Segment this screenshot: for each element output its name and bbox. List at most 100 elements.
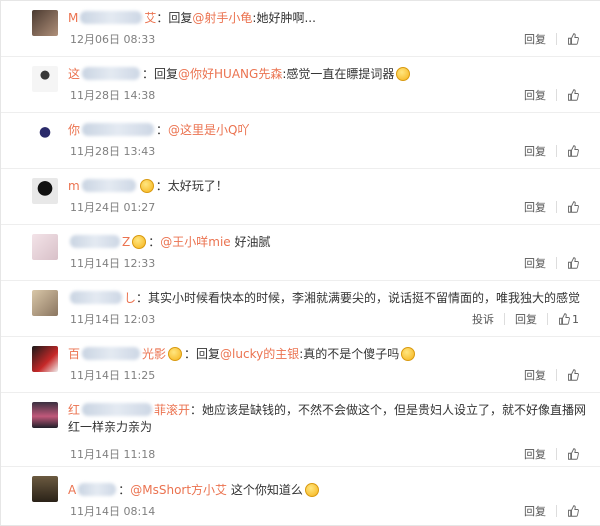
like-button[interactable] [567, 257, 579, 269]
username[interactable]: 你 [68, 123, 156, 137]
avatar[interactable] [32, 290, 58, 316]
reply-button[interactable]: 回复 [524, 87, 546, 103]
thumbs-up-icon [568, 448, 579, 460]
reply-button[interactable]: 回复 [515, 311, 537, 327]
divider [556, 145, 557, 157]
like-button[interactable] [567, 33, 579, 45]
timestamp: 11月14日 12:33 [70, 257, 156, 270]
comment-text: m ：太好玩了！ [68, 179, 228, 193]
comment-item: し：其实小时候看快本的时候，李湘就满要尖的，说话挺不留情面的，唯我独大的感觉 1… [1, 281, 600, 337]
divider [556, 257, 557, 269]
thumbs-up-icon [568, 33, 579, 45]
divider [556, 89, 557, 101]
like-button[interactable] [567, 448, 579, 460]
mention-link[interactable]: @这里是小Q吖 [168, 123, 249, 137]
comment-text: A ：@MsShort方小艾 这个你知道么 [68, 482, 588, 499]
avatar[interactable] [32, 234, 58, 260]
reply-button[interactable]: 回复 [524, 367, 546, 383]
mention-link[interactable]: @你好HUANG先森 [178, 67, 282, 81]
like-button[interactable] [567, 145, 579, 157]
thumbs-up-icon [568, 257, 579, 269]
divider [556, 369, 557, 381]
comment-actions: 回复 [524, 87, 579, 103]
reply-button[interactable]: 回复 [524, 199, 546, 215]
comment-text: 红菲滚开：她应该是缺钱的，不然不会做这个，但是贵妇人设立了，就不好像直播网红一样… [68, 403, 587, 434]
timestamp: 11月14日 11:18 [70, 448, 156, 461]
comment-item: 红菲滚开：她应该是缺钱的，不然不会做这个，但是贵妇人设立了，就不好像直播网红一样… [1, 393, 600, 467]
avatar[interactable] [32, 346, 58, 372]
comment-item: m ：太好玩了！ 11月24日 01:27 回复 [1, 169, 600, 225]
thumbs-up-icon [568, 145, 579, 157]
comment-list: M 艾：回复@射手小龟:她好肿啊... 12月06日 08:33 回复 这：回复@… [0, 0, 600, 526]
report-button[interactable]: 投诉 [472, 311, 494, 327]
comment-item: 你：@这里是小Q吖 11月28日 13:43 回复 [1, 113, 600, 169]
crown-emoji-icon [139, 179, 154, 193]
reply-button[interactable]: 回复 [524, 31, 546, 47]
comment-text: 百光影 ：回复@lucky的主银:真的不是个傻子吗 [68, 346, 588, 363]
mention-link[interactable]: @王小咩mie [160, 235, 230, 249]
thumbs-up-icon [568, 201, 579, 213]
avatar[interactable] [32, 476, 58, 502]
avatar[interactable] [32, 122, 58, 148]
username[interactable]: M艾 [68, 11, 156, 25]
avatar[interactable] [32, 66, 58, 92]
mention-link[interactable]: @MsShort方小艾 [130, 483, 227, 497]
like-button[interactable]: 1 [558, 313, 579, 326]
username[interactable]: A [68, 483, 118, 497]
comment-item: A ：@MsShort方小艾 这个你知道么 11月14日 08:14 回复 [1, 467, 600, 526]
comment-text: し：其实小时候看快本的时候，李湘就满要尖的，说话挺不留情面的，唯我独大的感觉 [68, 290, 588, 307]
divider [504, 313, 505, 325]
divider [556, 33, 557, 45]
crown-emoji-icon [168, 347, 183, 361]
thumbs-up-icon [568, 505, 579, 517]
avatar[interactable] [32, 178, 58, 204]
comment-actions: 回复 [524, 446, 579, 462]
username[interactable]: Z [68, 235, 130, 249]
timestamp: 11月14日 11:25 [70, 369, 156, 382]
like-count: 1 [572, 312, 579, 326]
like-button[interactable] [567, 201, 579, 213]
comment-actions: 回复 [524, 199, 579, 215]
timestamp: 11月14日 12:03 [70, 313, 156, 326]
timestamp: 11月28日 14:38 [70, 89, 156, 102]
comment-text: 这：回复@你好HUANG先森:感觉一直在瞟提词器 [68, 66, 588, 83]
reply-button[interactable]: 回复 [524, 503, 546, 519]
divider [556, 448, 557, 460]
mention-link[interactable]: @射手小龟 [192, 11, 252, 25]
comment-actions: 回复 [524, 255, 579, 271]
divider [556, 201, 557, 213]
reply-button[interactable]: 回复 [524, 255, 546, 271]
comment-text: 你：@这里是小Q吖 [68, 123, 250, 137]
like-button[interactable] [567, 505, 579, 517]
comment-item: Z ：@王小咩mie 好油腻 11月14日 12:33 回复 [1, 225, 600, 281]
comment-text: M 艾：回复@射手小龟:她好肿啊... [68, 11, 316, 25]
avatar[interactable] [32, 402, 58, 428]
comment-item: 百光影 ：回复@lucky的主银:真的不是个傻子吗 11月14日 11:25 回复 [1, 337, 600, 393]
smiley-emoji-icon [401, 347, 416, 361]
thumbs-up-icon [568, 369, 579, 381]
reply-button[interactable]: 回复 [524, 446, 546, 462]
username[interactable]: 红菲滚开 [68, 403, 190, 417]
divider [547, 313, 548, 325]
comment-item: M 艾：回复@射手小龟:她好肿啊... 12月06日 08:33 回复 [1, 1, 600, 57]
comment-item: 这：回复@你好HUANG先森:感觉一直在瞟提词器 11月28日 14:38 回复 [1, 57, 600, 113]
like-button[interactable] [567, 369, 579, 381]
username[interactable]: し [68, 291, 136, 305]
smiley-emoji-icon [396, 67, 411, 81]
username[interactable]: m [68, 179, 138, 193]
timestamp: 11月24日 01:27 [70, 201, 156, 214]
like-button[interactable] [567, 89, 579, 101]
comment-actions: 投诉 回复 1 [472, 311, 579, 327]
comment-actions: 回复 [524, 503, 579, 519]
reply-button[interactable]: 回复 [524, 143, 546, 159]
smiley-emoji-icon [304, 483, 319, 497]
mention-link[interactable]: @lucky的主银 [220, 347, 299, 361]
comment-actions: 回复 [524, 143, 579, 159]
avatar[interactable] [32, 10, 58, 36]
thumbs-up-icon [568, 89, 579, 101]
thumbs-up-icon [559, 313, 570, 325]
username[interactable]: 这 [68, 67, 142, 81]
comment-actions: 回复 [524, 367, 579, 383]
username[interactable]: 百光影 [68, 347, 166, 361]
crown-emoji-icon [132, 235, 147, 249]
